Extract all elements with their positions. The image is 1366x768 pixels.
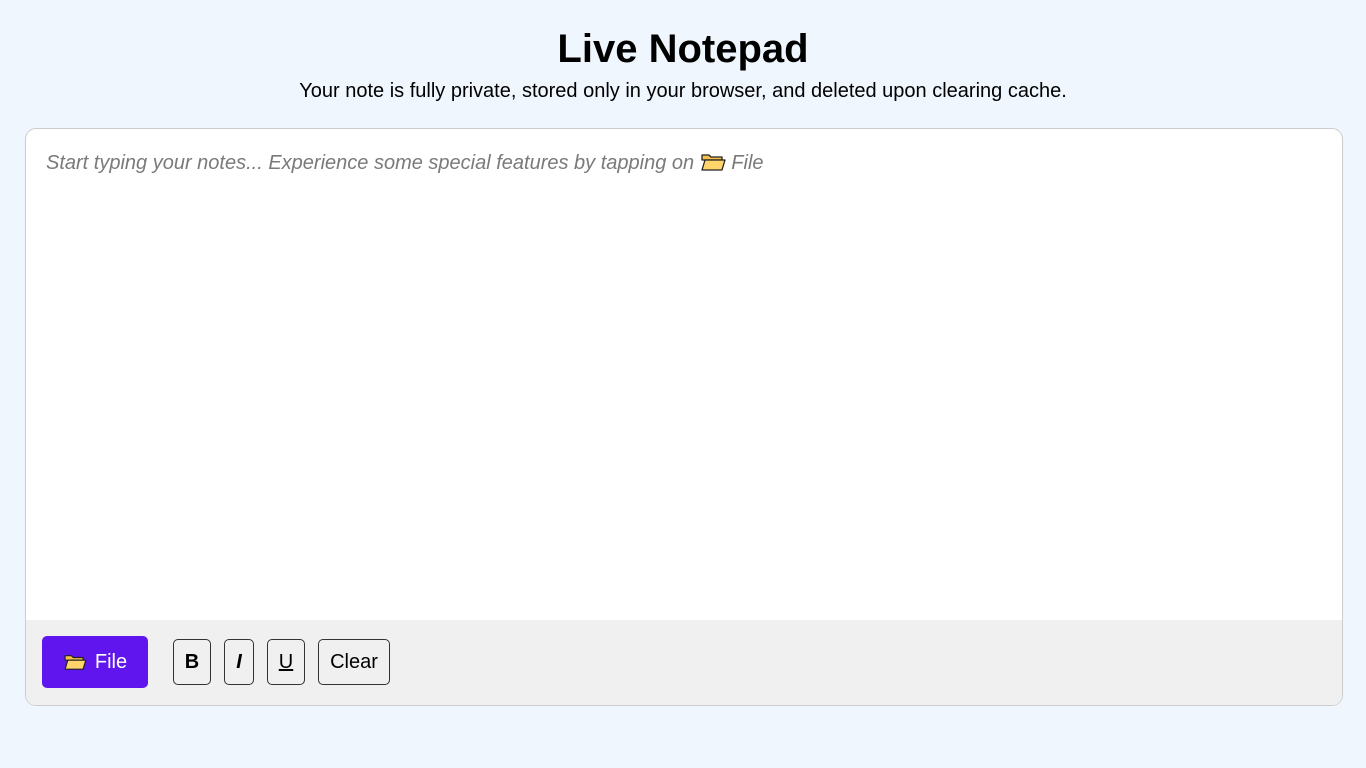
folder-icon (63, 653, 87, 671)
file-button[interactable]: File (42, 636, 148, 688)
folder-icon (700, 152, 726, 178)
underline-button[interactable]: U (267, 639, 305, 685)
clear-button[interactable]: Clear (318, 639, 390, 685)
editor-placeholder: Start typing your notes... Experience so… (46, 151, 1322, 178)
file-button-label: File (94, 650, 128, 673)
note-editor[interactable]: Start typing your notes... Experience so… (26, 129, 1342, 620)
italic-button[interactable]: I (224, 639, 254, 685)
page-header: Live Notepad Your note is fully private,… (0, 0, 1366, 104)
page-subtitle: Your note is fully private, stored only … (299, 80, 1067, 102)
page-title: Live Notepad (557, 27, 809, 71)
placeholder-text: Start typing your notes... Experience so… (46, 152, 695, 174)
toolbar: File B I U Clear (26, 620, 1342, 705)
placeholder-file-label: File (731, 152, 764, 174)
notepad-container: Start typing your notes... Experience so… (25, 128, 1343, 706)
bold-button[interactable]: B (173, 639, 211, 685)
